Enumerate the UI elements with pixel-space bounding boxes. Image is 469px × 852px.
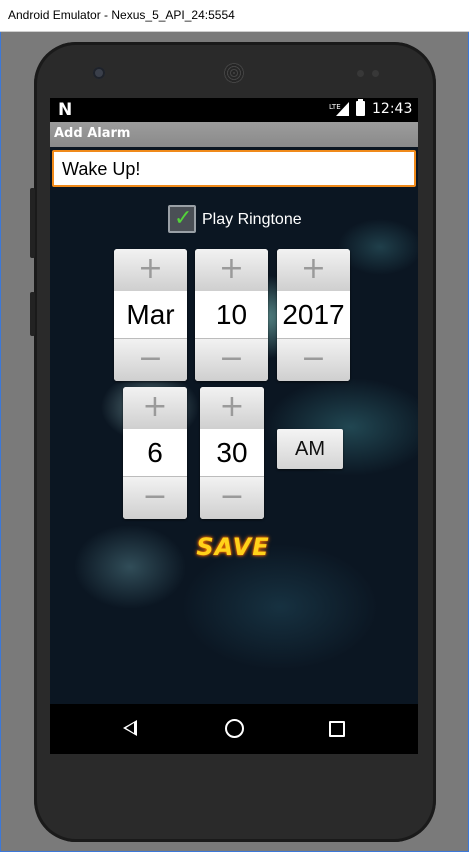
hour-increment-button[interactable]: +	[123, 387, 187, 430]
page-title: Add Alarm	[54, 126, 131, 141]
navigation-bar	[50, 704, 418, 754]
back-icon[interactable]	[123, 720, 137, 736]
am-pm-toggle-button[interactable]: AM	[277, 429, 343, 469]
minute-picker: + 30 −	[200, 387, 264, 519]
light-sensor-icon	[372, 70, 379, 77]
day-increment-button[interactable]: +	[195, 249, 268, 292]
power-button[interactable]	[30, 188, 35, 258]
check-icon: ✓	[174, 206, 193, 231]
play-ringtone-checkbox[interactable]: ✓	[168, 205, 196, 233]
battery-icon	[356, 99, 365, 116]
window-border-left	[0, 32, 1, 852]
volume-button[interactable]	[30, 292, 35, 336]
signal-icon	[336, 102, 349, 116]
recent-apps-icon[interactable]	[329, 721, 345, 737]
earpiece-speaker-icon	[224, 63, 244, 83]
window-title: Android Emulator - Nexus_5_API_24:5554	[8, 8, 235, 22]
year-decrement-button[interactable]: −	[277, 338, 350, 381]
device-screen: N LTE 12:43 Add Alarm Wake Up! ✓ Play Ri…	[50, 98, 418, 754]
status-bar: N LTE 12:43	[50, 98, 418, 122]
minute-decrement-button[interactable]: −	[200, 476, 264, 519]
status-clock: 12:43	[372, 101, 413, 117]
hour-value[interactable]: 6	[123, 429, 187, 477]
day-decrement-button[interactable]: −	[195, 338, 268, 381]
hour-picker: + 6 −	[123, 387, 187, 519]
alarm-form: Wake Up! ✓ Play Ringtone + Mar − + 10 − …	[50, 147, 418, 704]
day-value[interactable]: 10	[195, 291, 268, 339]
window-titlebar: Android Emulator - Nexus_5_API_24:5554	[0, 0, 469, 32]
month-picker: + Mar −	[114, 249, 187, 381]
alarm-name-input[interactable]: Wake Up!	[52, 150, 416, 187]
action-bar: Add Alarm	[50, 122, 418, 147]
hour-decrement-button[interactable]: −	[123, 476, 187, 519]
year-picker: + 2017 −	[277, 249, 350, 381]
month-decrement-button[interactable]: −	[114, 338, 187, 381]
minute-increment-button[interactable]: +	[200, 387, 264, 430]
proximity-sensor-icon	[357, 70, 364, 77]
month-value[interactable]: Mar	[114, 291, 187, 339]
month-increment-button[interactable]: +	[114, 249, 187, 292]
play-ringtone-label[interactable]: Play Ringtone	[202, 211, 302, 229]
home-icon[interactable]	[225, 719, 244, 738]
year-increment-button[interactable]: +	[277, 249, 350, 292]
minute-value[interactable]: 30	[200, 429, 264, 477]
front-camera-icon	[93, 67, 105, 79]
notification-icon: N	[58, 100, 73, 120]
save-button[interactable]: SAVE	[186, 532, 280, 562]
year-value[interactable]: 2017	[277, 291, 350, 339]
day-picker: + 10 −	[195, 249, 268, 381]
